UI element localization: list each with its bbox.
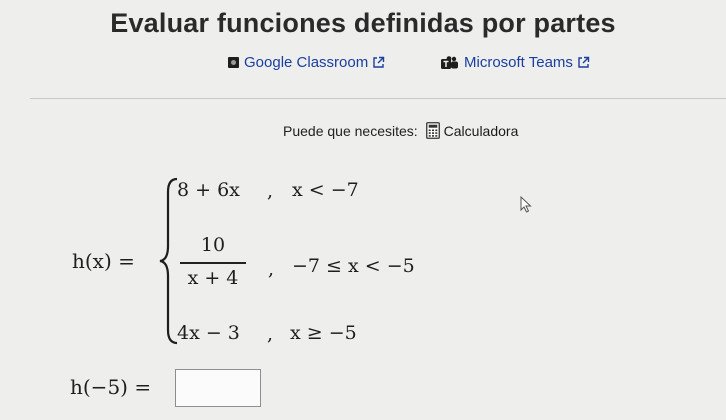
calculator-icon — [425, 122, 440, 139]
google-classroom-icon — [228, 57, 239, 68]
mouse-pointer-icon — [520, 196, 532, 213]
question-label: h(−5) = — [70, 375, 152, 399]
microsoft-teams-label: Microsoft Teams — [464, 54, 573, 71]
external-link-icon — [578, 56, 590, 68]
piece-1-expression: 8 + 6x — [177, 179, 240, 201]
left-brace — [159, 177, 178, 345]
fraction-bar — [180, 262, 246, 264]
external-link-icon — [373, 56, 385, 68]
share-links: Google Classroom Microsoft Teams — [0, 54, 726, 76]
google-classroom-label: Google Classroom — [244, 54, 369, 71]
tools-row: Puede que necesites: Calculadora — [283, 122, 518, 139]
section-divider — [30, 98, 726, 99]
tools-prefix: Puede que necesites: — [283, 122, 418, 139]
calculator-link[interactable]: Calculadora — [444, 123, 519, 139]
piece-2-comma: , — [268, 258, 275, 280]
answer-input[interactable] — [175, 369, 261, 407]
microsoft-teams-share-link[interactable]: Microsoft Teams — [440, 54, 590, 71]
piece-1-condition: x < −7 — [292, 179, 359, 201]
piece-2-denominator: x + 4 — [187, 267, 239, 289]
piece-3-expression: 4x − 3 — [177, 322, 240, 344]
google-classroom-share-link[interactable]: Google Classroom — [228, 54, 385, 71]
piece-3-comma: , — [267, 323, 274, 345]
piece-2-condition: −7 ≤ x < −5 — [292, 255, 415, 277]
exercise-page: Evaluar funciones deﬁnidas por partes Go… — [0, 0, 726, 420]
page-title: Evaluar funciones deﬁnidas por partes — [110, 8, 616, 38]
piece-3-condition: x ≥ −5 — [290, 322, 357, 344]
piece-2-fraction: 10 x + 4 — [180, 234, 246, 293]
function-label: h(x) = — [72, 249, 135, 273]
piece-1-comma: , — [267, 180, 274, 202]
microsoft-teams-icon — [441, 55, 458, 69]
piece-2-numerator: 10 — [200, 234, 226, 256]
